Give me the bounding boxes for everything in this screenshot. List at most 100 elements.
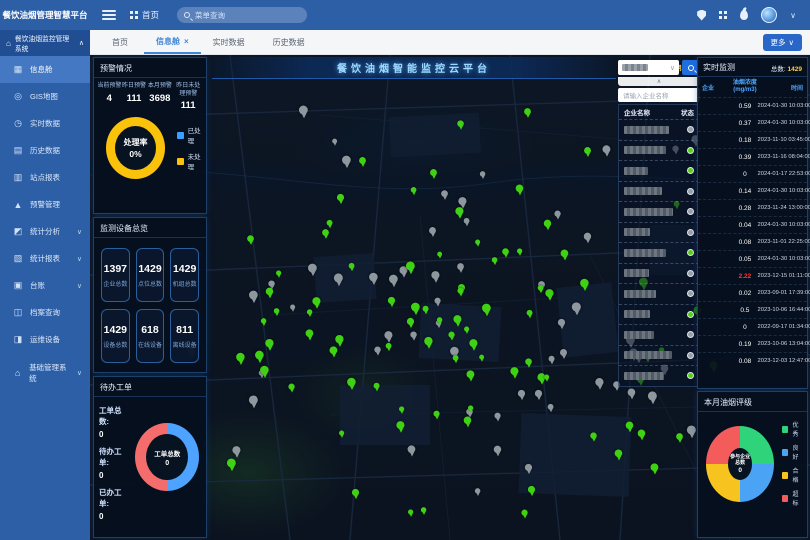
table-row[interactable]: 0.022023-09-01 17:39:00 — [698, 284, 807, 301]
map-pin[interactable] — [308, 264, 318, 278]
list-item[interactable] — [619, 345, 699, 366]
map-pin[interactable] — [429, 227, 437, 238]
sidebar-item-1[interactable]: ▦ 信息舱 — [0, 56, 90, 83]
table-row[interactable]: 0.042024-01-30 10:03:00 — [698, 216, 807, 233]
map-pin[interactable] — [560, 349, 568, 360]
map-pin[interactable] — [479, 355, 485, 363]
map-pin[interactable] — [518, 390, 526, 401]
map-pin[interactable] — [359, 157, 367, 168]
map-pin[interactable] — [549, 356, 556, 365]
map-pin[interactable] — [464, 326, 470, 334]
list-item[interactable] — [619, 181, 699, 202]
tab[interactable]: 信息舱 × — [144, 30, 201, 54]
list-item[interactable] — [619, 119, 699, 140]
map-pin[interactable] — [408, 509, 414, 517]
map-pin[interactable] — [572, 302, 582, 316]
map-pin[interactable] — [274, 308, 280, 317]
map-pin[interactable] — [441, 190, 449, 201]
map-pin[interactable] — [322, 229, 330, 240]
map-pin[interactable] — [482, 304, 492, 318]
map-pin[interactable] — [374, 346, 381, 356]
map-pin[interactable] — [349, 263, 356, 272]
map-pin[interactable] — [554, 211, 561, 221]
list-item[interactable] — [619, 160, 699, 181]
avatar[interactable] — [761, 7, 777, 23]
map-pin[interactable] — [399, 406, 405, 414]
map-pin[interactable] — [584, 233, 592, 245]
map-pin[interactable] — [527, 310, 534, 319]
map-pin[interactable] — [544, 220, 552, 232]
map-pin[interactable] — [628, 389, 637, 401]
map-pin[interactable] — [347, 378, 357, 392]
tab[interactable]: 首页 — [100, 30, 144, 54]
map-pin[interactable] — [261, 318, 267, 327]
map-pin[interactable] — [687, 425, 697, 439]
map-pin[interactable] — [516, 185, 525, 197]
map-pin[interactable] — [369, 273, 379, 287]
map-pin[interactable] — [535, 390, 543, 401]
map-pin[interactable] — [411, 303, 421, 317]
map-pin[interactable] — [406, 261, 416, 275]
list-item[interactable] — [619, 283, 699, 304]
list-item[interactable] — [619, 365, 699, 386]
collapse-bar[interactable]: ∧ — [618, 77, 700, 86]
map-pin[interactable] — [332, 139, 338, 147]
map-pin[interactable] — [676, 433, 684, 444]
sidebar-item-10[interactable]: ◫ 档案查询 — [0, 299, 90, 326]
list-item[interactable] — [619, 242, 699, 263]
map-pin[interactable] — [389, 275, 399, 289]
map-pin[interactable] — [448, 332, 455, 342]
map-pin[interactable] — [561, 249, 570, 261]
map-pin[interactable] — [651, 463, 660, 475]
map-pin[interactable] — [580, 279, 590, 292]
map-pin[interactable] — [255, 351, 265, 365]
map-pin[interactable] — [249, 395, 259, 409]
device-stat-box[interactable]: 1429设备总数 — [101, 309, 130, 363]
map-pin[interactable] — [453, 355, 460, 364]
map-pin[interactable] — [352, 489, 360, 500]
device-stat-box[interactable]: 1397企业总数 — [101, 248, 130, 302]
map-pin[interactable] — [455, 207, 464, 220]
map-pin[interactable] — [421, 507, 427, 516]
chevron-down-icon[interactable]: ∨ — [790, 11, 796, 20]
map-pin[interactable] — [424, 337, 434, 350]
map-pin[interactable] — [411, 187, 418, 196]
map-pin[interactable] — [558, 319, 566, 330]
map-pin[interactable] — [545, 289, 554, 302]
map-pin[interactable] — [494, 413, 501, 423]
map-pin[interactable] — [247, 235, 255, 246]
map-pin[interactable] — [236, 353, 246, 366]
sidebar-item-12[interactable]: ⌂ 基础管理系统 ∨ — [0, 359, 90, 386]
map-pin[interactable] — [524, 108, 532, 119]
map-pin[interactable] — [408, 445, 417, 457]
table-row[interactable]: 02024-01-17 22:53:00 — [698, 165, 807, 182]
map-pin[interactable] — [502, 248, 510, 258]
map-pin[interactable] — [410, 331, 417, 341]
map-pin[interactable] — [431, 271, 440, 284]
list-item[interactable] — [619, 324, 699, 345]
table-row[interactable]: 02022-09-17 01:34:00 — [698, 318, 807, 335]
tab[interactable]: 实时数据 — [201, 30, 261, 54]
sidebar-item-2[interactable]: ◎ GIS地图 — [0, 83, 90, 110]
tab[interactable]: 历史数据 — [261, 30, 321, 54]
map-pin[interactable] — [510, 367, 519, 380]
table-row[interactable]: 0.082023-11-01 22:25:00 — [698, 233, 807, 250]
map-pin[interactable] — [299, 106, 309, 120]
map-pin[interactable] — [528, 486, 536, 497]
map-pin[interactable] — [374, 383, 381, 392]
map-pin[interactable] — [467, 370, 476, 382]
map-pin[interactable] — [475, 488, 481, 497]
table-row[interactable]: 0.282023-11-24 13:00:00 — [698, 199, 807, 216]
map-pin[interactable] — [433, 411, 440, 421]
sidebar-item-4[interactable]: ▤ 历史数据 — [0, 137, 90, 164]
map-pin[interactable] — [469, 339, 478, 352]
breadcrumb[interactable]: 首页 — [130, 9, 159, 21]
table-row[interactable]: 0.392023-11-16 08:04:00 — [698, 148, 807, 165]
table-row[interactable]: 0.182023-11-10 03:45:00 — [698, 131, 807, 148]
map-pin[interactable] — [648, 391, 658, 405]
hamburger-menu-icon[interactable] — [102, 10, 116, 20]
map-pin[interactable] — [544, 374, 550, 382]
map-pin[interactable] — [468, 405, 474, 413]
company-type-select[interactable]: ∨ — [618, 60, 679, 75]
map-pin[interactable] — [342, 156, 352, 170]
